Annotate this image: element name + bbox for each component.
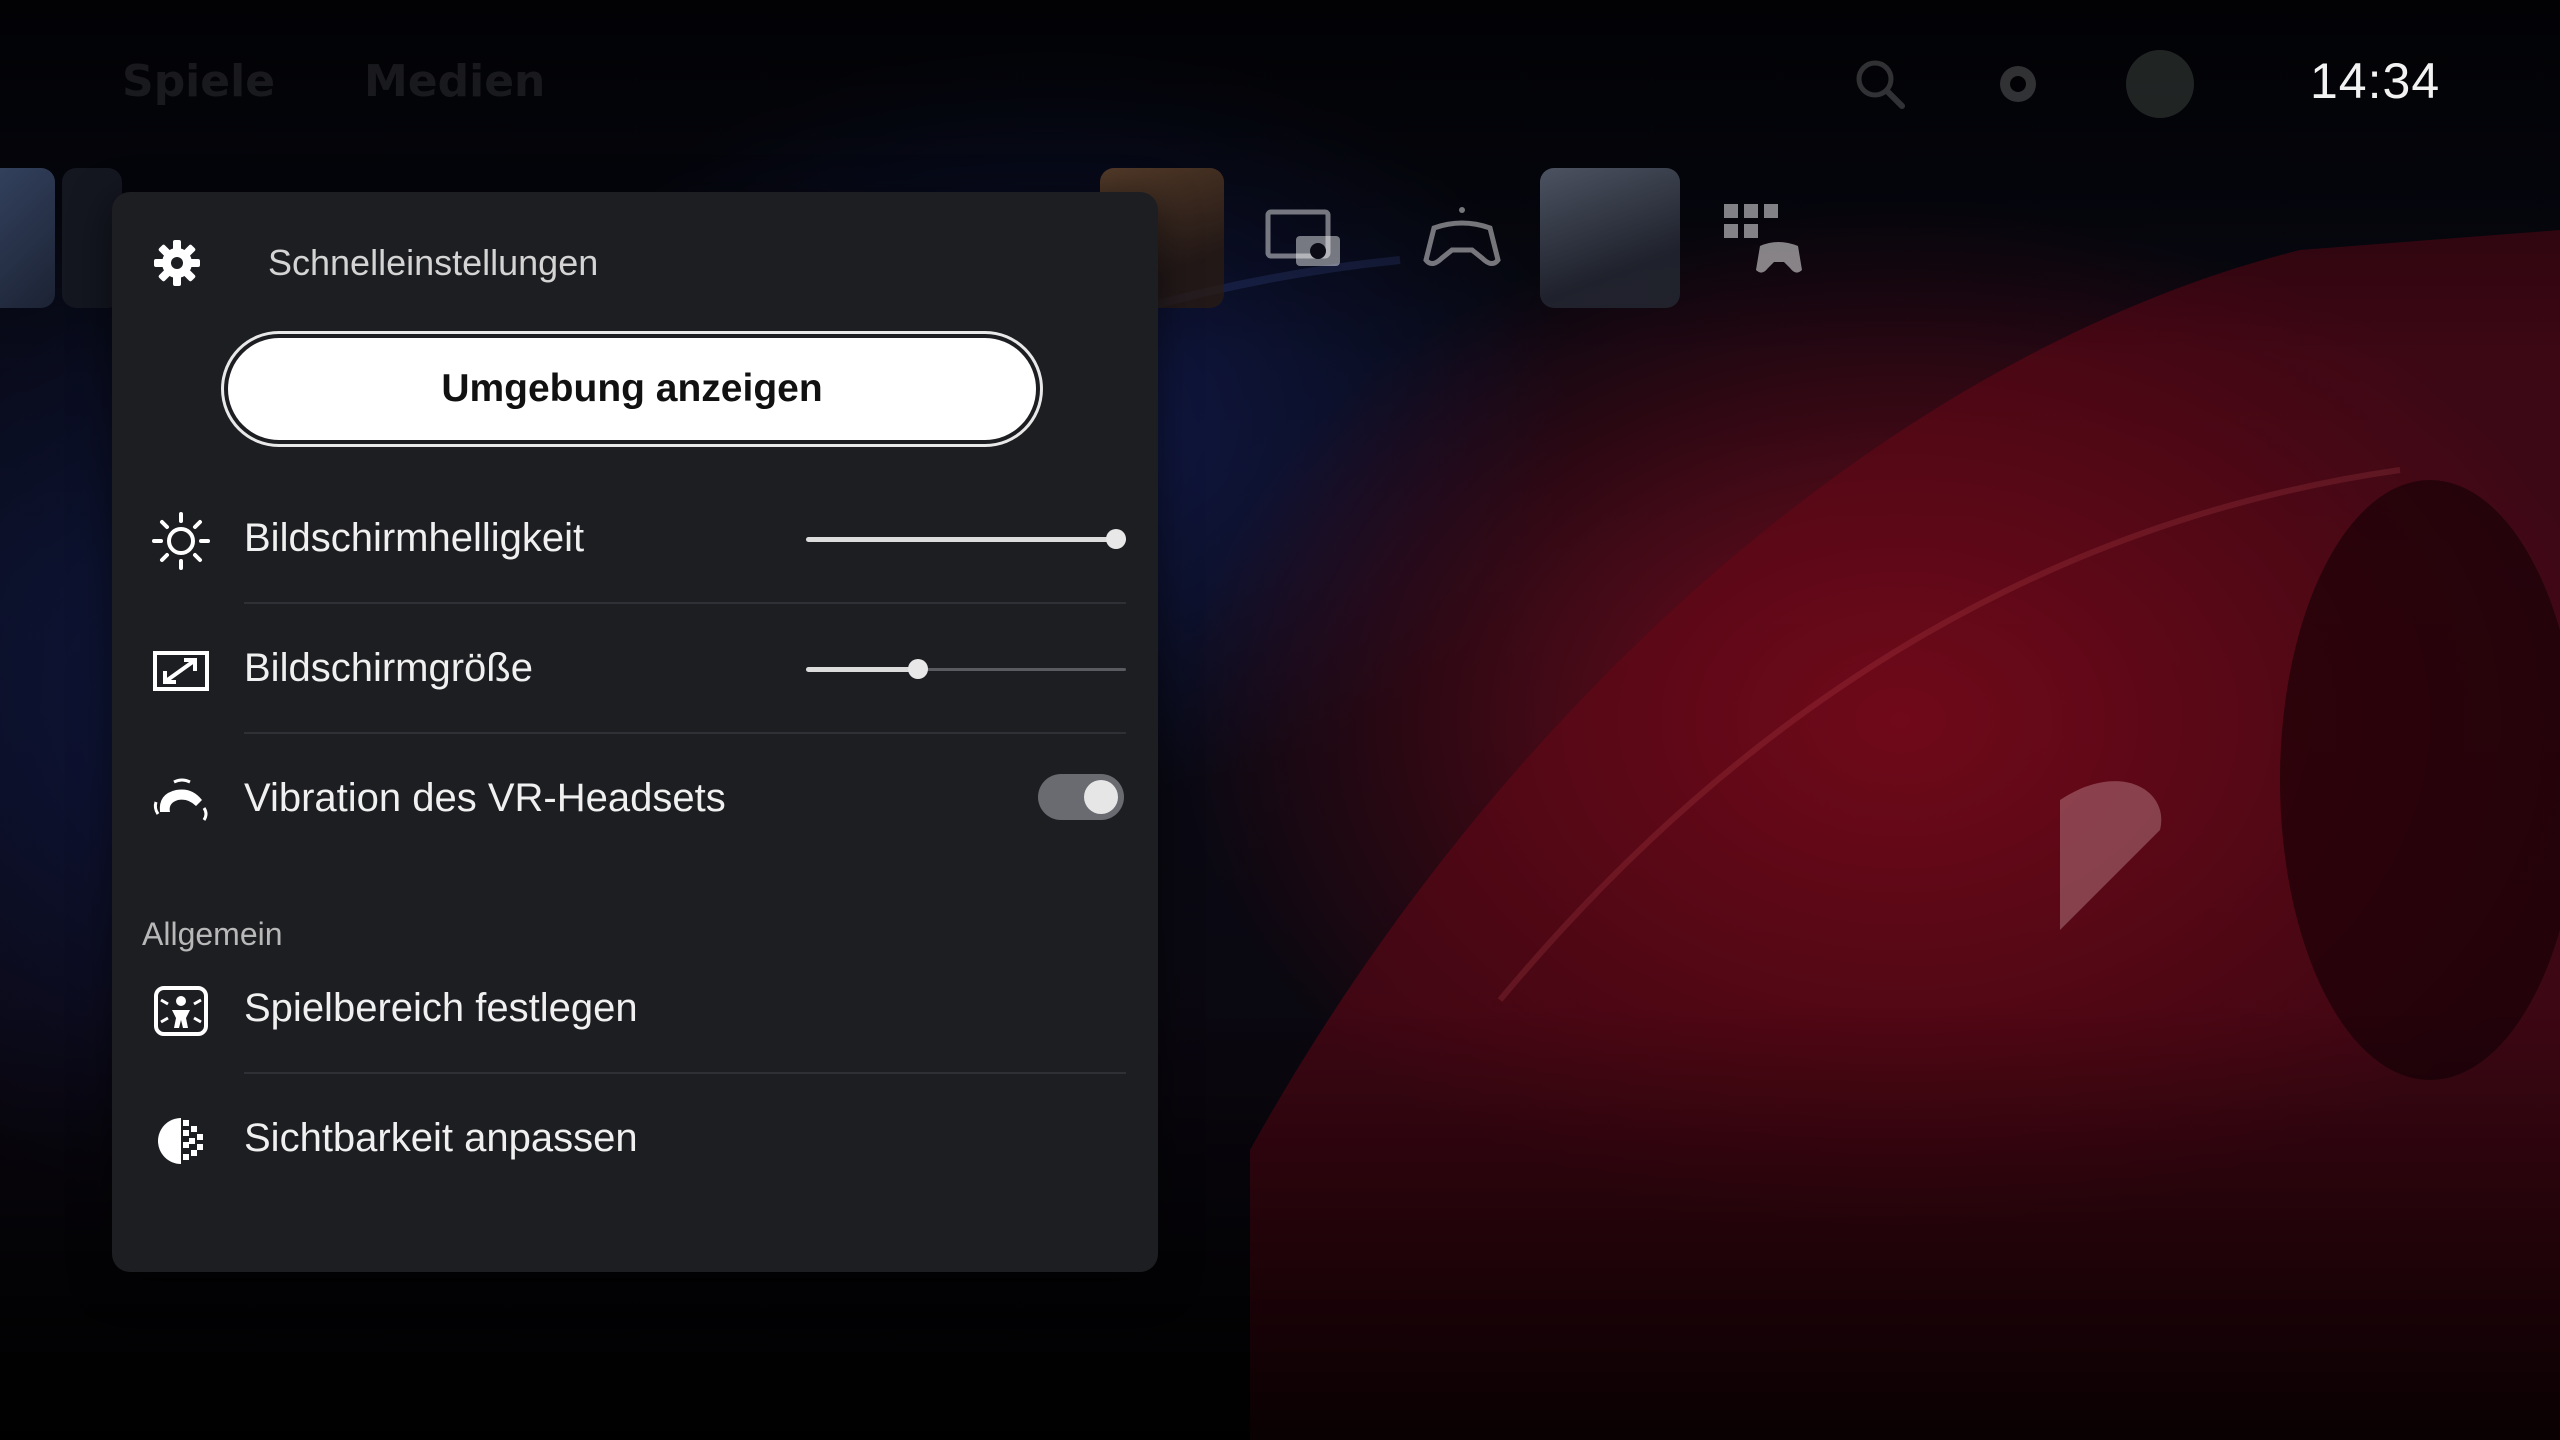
slider-fill — [806, 537, 1126, 542]
panel-title: Schnelleinstellungen — [268, 242, 599, 283]
vr-vibration-toggle[interactable] — [1038, 774, 1124, 820]
screen-size-row: Bildschirmgröße — [112, 604, 1158, 734]
capture-gallery-icon — [1265, 209, 1340, 266]
vr-headset-icon — [153, 778, 208, 821]
tab-games[interactable]: Spiele — [122, 56, 275, 107]
clock: 14:34 — [2310, 53, 2441, 109]
avatar[interactable] — [2126, 50, 2194, 118]
brightness-row: Bildschirmhelligkeit — [112, 474, 1158, 604]
vr-home-screen: Spiele Medien 14:34 Schnelleinstellungen… — [0, 0, 2560, 1440]
search-icon[interactable] — [1848, 52, 1912, 116]
game-tile[interactable] — [0, 168, 55, 308]
gear-icon[interactable] — [1986, 52, 2050, 116]
game-library-tile[interactable] — [1690, 168, 1830, 308]
screen-size-label: Bildschirmgröße — [244, 646, 533, 690]
quick-settings-header: Schnelleinstellungen — [152, 232, 1052, 292]
vr-vibration-label: Vibration des VR-Headsets — [244, 776, 726, 820]
slider-thumb[interactable] — [1106, 529, 1126, 549]
sun-icon — [152, 512, 210, 570]
visibility-icon — [158, 1118, 203, 1164]
game-library-icon — [1724, 204, 1802, 273]
adjust-visibility-item[interactable]: Sichtbarkeit anpassen — [112, 1074, 1158, 1204]
quick-settings-panel: Schnelleinstellungen Umgebung anzeigen B… — [112, 192, 1158, 1272]
slider-thumb[interactable] — [908, 659, 928, 679]
tab-media[interactable]: Medien — [364, 56, 545, 107]
screen-size-icon — [153, 651, 209, 691]
capture-gallery-tile[interactable] — [1232, 168, 1372, 308]
set-play-area-item[interactable]: Spielbereich festlegen — [112, 944, 1158, 1074]
vr-vibration-row: Vibration des VR-Headsets — [112, 734, 1158, 864]
game-tile[interactable] — [1540, 168, 1680, 308]
screen-size-slider[interactable] — [806, 659, 1126, 679]
brightness-slider[interactable] — [806, 529, 1126, 549]
gear-icon — [154, 240, 200, 286]
controller-tile[interactable] — [1390, 168, 1530, 308]
brightness-label: Bildschirmhelligkeit — [244, 516, 585, 560]
view-surroundings-button[interactable]: Umgebung anzeigen — [228, 338, 1036, 440]
adjust-visibility-label: Sichtbarkeit anpassen — [244, 1116, 638, 1160]
slider-fill — [806, 667, 918, 672]
play-area-icon — [154, 986, 208, 1036]
controller-icon — [1423, 207, 1501, 266]
toggle-knob — [1084, 780, 1118, 814]
set-play-area-label: Spielbereich festlegen — [244, 986, 638, 1030]
